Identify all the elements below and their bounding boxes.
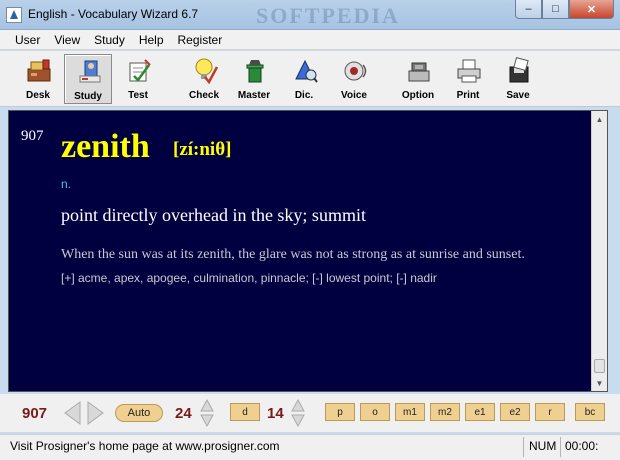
status-bar: Visit Prosigner's home page at www.prosi… [0, 434, 620, 460]
voice-label: Voice [341, 90, 367, 101]
save-icon [509, 57, 529, 83]
window-title: English - Vocabulary Wizard 6.7 [28, 7, 199, 21]
navigation-bar: 907 Auto 24 d 14 p o m1 m2 e1 e2 r bc [0, 394, 620, 432]
dic-label: Dic. [294, 90, 314, 101]
menu-bar: User View Study Help Register [0, 30, 620, 50]
menu-register[interactable]: Register [171, 33, 230, 47]
d-button[interactable]: d [230, 403, 260, 421]
test-button[interactable]: Test [114, 54, 162, 104]
toolbar: Desk Study Test Check Master Dic. Voice … [0, 51, 620, 107]
auto-button[interactable]: Auto [115, 404, 163, 422]
word-number: 907 [21, 128, 44, 144]
definition: point directly overhead in the sky; summ… [61, 205, 366, 225]
size-value: 14 [267, 405, 284, 422]
m2-button[interactable]: m2 [430, 403, 460, 421]
status-divider [523, 437, 524, 457]
print-button[interactable]: Print [444, 54, 492, 104]
study-label: Study [74, 91, 102, 102]
save-label: Save [506, 90, 530, 101]
check-icon [195, 58, 219, 85]
p-button[interactable]: p [325, 403, 355, 421]
close-button[interactable]: ✕ [569, 0, 614, 19]
voice-button[interactable]: Voice [330, 54, 378, 104]
desk-icon [27, 59, 51, 82]
status-message: Visit Prosigner's home page at www.prosi… [10, 439, 280, 453]
menu-study[interactable]: Study [87, 33, 132, 47]
watermark: SOFTPEDIA [256, 3, 400, 28]
timer-display: 00:00: [565, 439, 599, 453]
menu-user[interactable]: User [8, 33, 47, 47]
print-label: Print [456, 90, 480, 101]
word-count: 907 [22, 405, 48, 422]
save-button[interactable]: Save [494, 54, 542, 104]
title-bar: English - Vocabulary Wizard 6.7 SOFTPEDI… [0, 0, 620, 30]
desk-label: Desk [26, 90, 50, 101]
option-label: Option [401, 90, 435, 101]
scroll-thumb[interactable] [594, 359, 605, 373]
app-icon[interactable] [6, 7, 22, 23]
test-icon [129, 59, 151, 82]
vertical-scrollbar[interactable]: ▲ ▼ [591, 111, 607, 391]
master-label: Master [237, 90, 271, 101]
previous-icon[interactable] [62, 400, 82, 426]
desk-button[interactable]: Desk [14, 54, 62, 104]
option-icon [408, 62, 430, 82]
e1-button[interactable]: e1 [465, 403, 495, 421]
master-icon [246, 60, 264, 83]
check-label: Check [188, 90, 219, 101]
scroll-up-icon[interactable]: ▲ [592, 111, 607, 127]
phonetic: [zí:niθ] [173, 139, 232, 160]
num-lock-indicator: NUM [529, 439, 557, 453]
dic-button[interactable]: Dic. [280, 54, 328, 104]
print-icon [457, 59, 481, 83]
interval-value: 24 [175, 405, 192, 422]
example-sentence: When the sun was at its zenith, the glar… [61, 247, 525, 262]
minimize-button[interactable]: – [515, 0, 542, 19]
m1-button[interactable]: m1 [395, 403, 425, 421]
maximize-button[interactable]: □ [542, 0, 569, 19]
scroll-down-icon[interactable]: ▼ [592, 375, 607, 391]
o-button[interactable]: o [360, 403, 390, 421]
interval-spinner-icon[interactable] [200, 398, 214, 428]
headword: zenith [61, 128, 150, 165]
part-of-speech: n. [61, 177, 72, 191]
study-button[interactable]: Study [64, 54, 112, 104]
option-button[interactable]: Option [394, 54, 442, 104]
menu-help[interactable]: Help [132, 33, 171, 47]
synonyms: [+] acme, apex, apogee, culmination, pin… [61, 271, 437, 285]
size-spinner-icon[interactable] [291, 398, 305, 428]
study-icon [79, 60, 101, 83]
next-icon[interactable] [86, 400, 106, 426]
menu-view[interactable]: View [47, 33, 87, 47]
master-button[interactable]: Master [230, 54, 278, 104]
r-button[interactable]: r [535, 403, 565, 421]
dictionary-icon [295, 59, 318, 83]
word-display: 907 zenith [zí:niθ] n. point directly ov… [8, 110, 608, 392]
bc-button[interactable]: bc [575, 403, 605, 421]
e2-button[interactable]: e2 [500, 403, 530, 421]
test-label: Test [128, 90, 148, 101]
status-divider [560, 437, 561, 457]
speaker-icon [344, 61, 367, 81]
check-button[interactable]: Check [180, 54, 228, 104]
